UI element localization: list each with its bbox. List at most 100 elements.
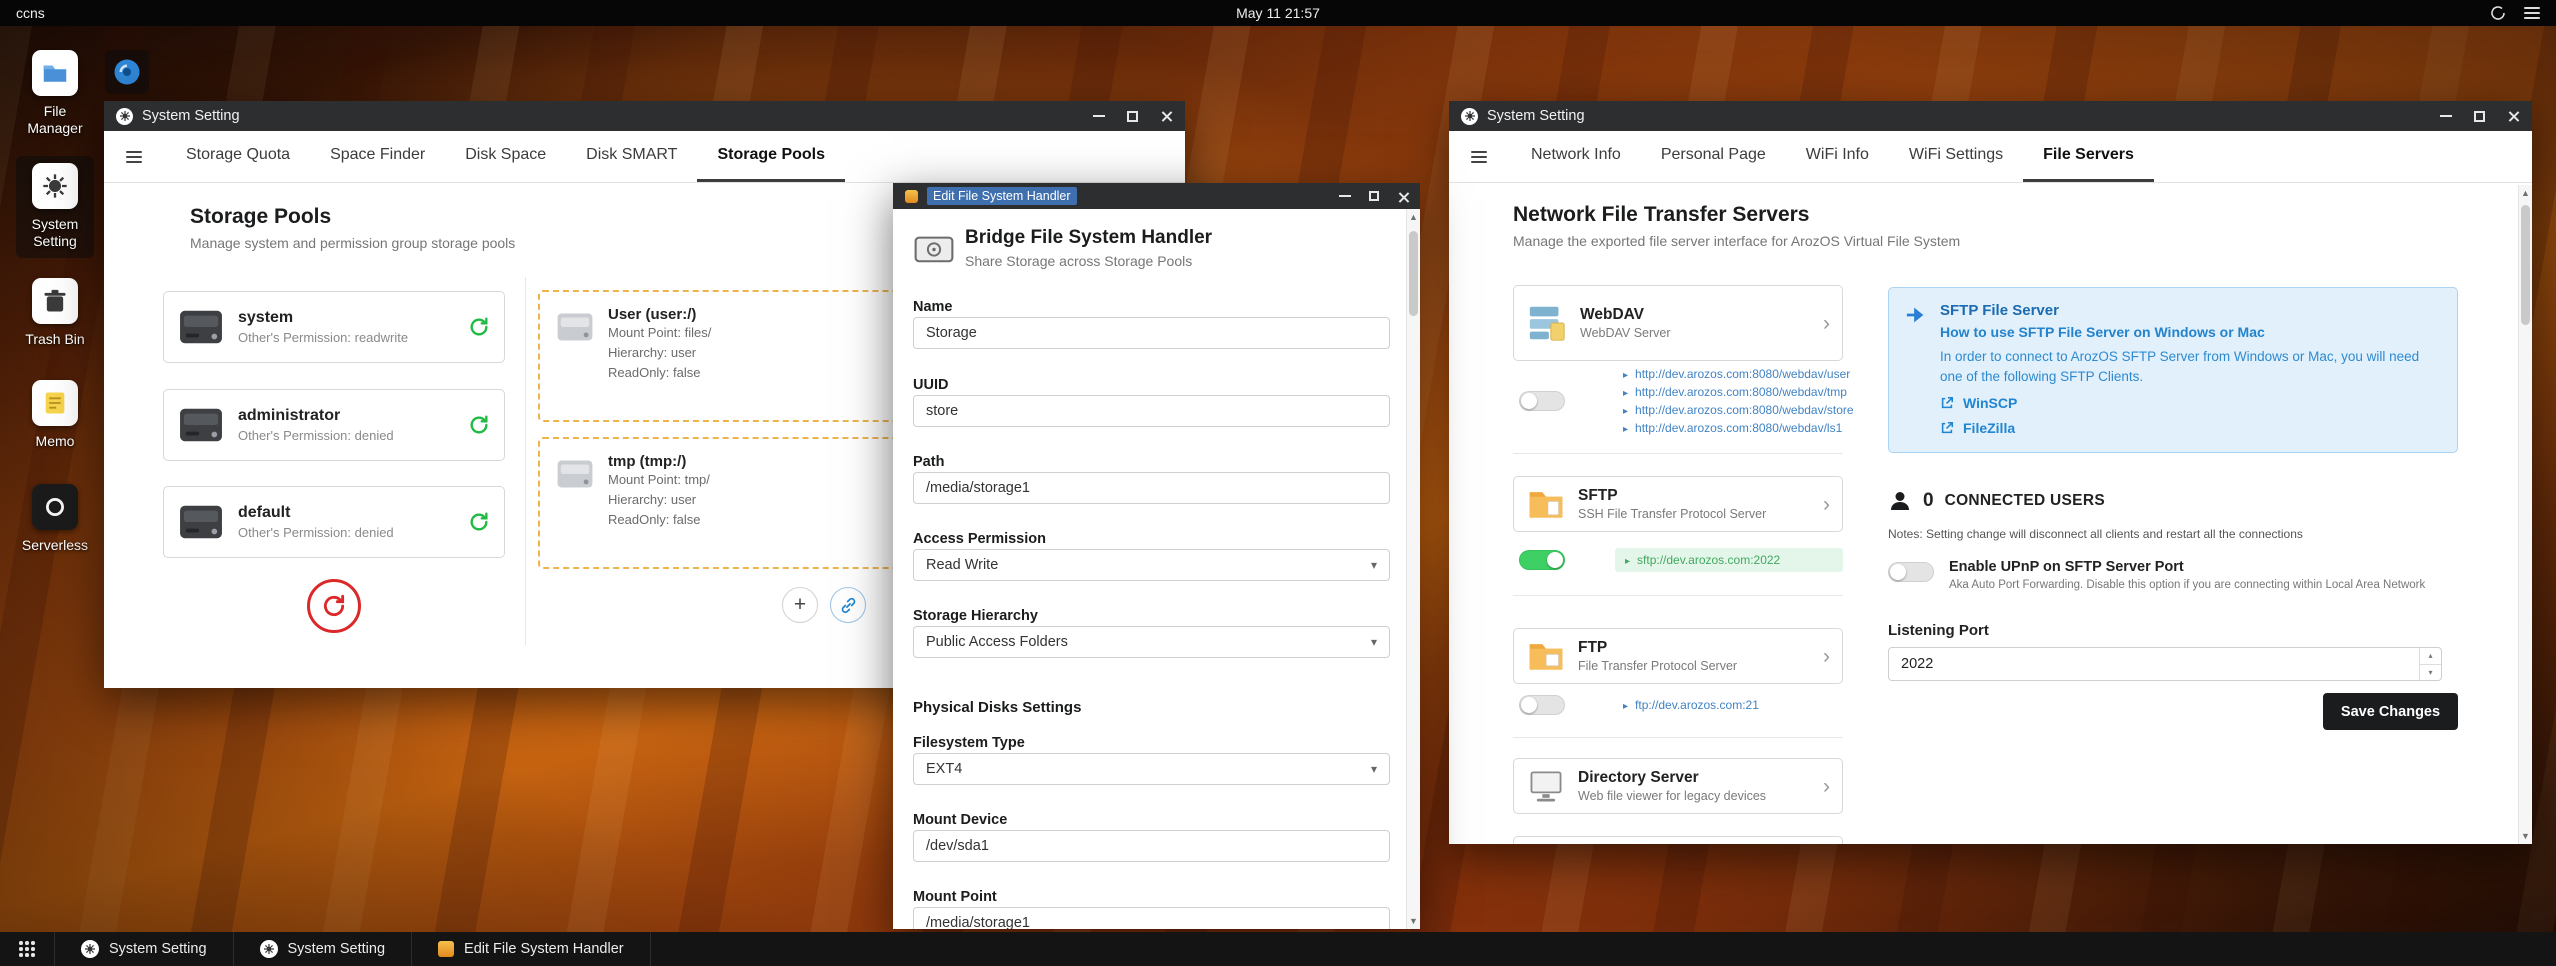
desktop-icon-label: System Setting <box>31 216 79 249</box>
filesystem-type-select[interactable]: EXT4 ▾ <box>913 753 1390 785</box>
caret-down-icon: ▾ <box>1370 762 1377 776</box>
connected-note: Notes: Setting change will disconnect al… <box>1888 527 2303 541</box>
desktop-icon-serverless[interactable]: Serverless <box>16 484 94 554</box>
pool-card-default[interactable]: default Other's Permission: denied <box>163 486 505 558</box>
scrollbar-thumb[interactable] <box>2521 205 2530 325</box>
scroll-up-arrow[interactable]: ▲ <box>1407 209 1420 225</box>
scrollbar-thumb[interactable] <box>1409 231 1418 316</box>
access-permission-select[interactable]: Read Write ▾ <box>913 549 1390 581</box>
bridge-link-button[interactable] <box>830 587 866 623</box>
webdav-link[interactable]: ▸ http://dev.arozos.com:8080/webdav/ls1 <box>1623 421 1854 435</box>
desktop-icon-trash-bin[interactable]: Trash Bin <box>16 278 94 348</box>
desktop-icon-app[interactable] <box>105 50 149 94</box>
webdav-link[interactable]: ▸ http://dev.arozos.com:8080/webdav/user <box>1623 367 1854 381</box>
reload-pools-button[interactable] <box>307 579 361 633</box>
uuid-input[interactable] <box>913 395 1390 427</box>
sftp-link[interactable]: ▸ sftp://dev.arozos.com:2022 <box>1615 548 1843 572</box>
tab-file-servers[interactable]: File Servers <box>2023 131 2154 182</box>
storage-hierarchy-select[interactable]: Public Access Folders ▾ <box>913 626 1390 658</box>
tab-storage-pools[interactable]: Storage Pools <box>697 131 846 182</box>
scroll-down-arrow[interactable]: ▼ <box>1407 913 1420 929</box>
name-input[interactable] <box>913 317 1390 349</box>
taskbar-item-system-setting-2[interactable]: System Setting <box>232 932 412 966</box>
app-launcher-button[interactable] <box>0 932 54 966</box>
scroll-up-arrow[interactable]: ▲ <box>2519 185 2532 201</box>
tab-wifi-info[interactable]: WiFi Info <box>1786 131 1889 182</box>
mount-point-input[interactable] <box>913 907 1390 929</box>
menu-hamburger-icon[interactable] <box>1471 150 1487 163</box>
minimize-button[interactable] <box>2440 115 2452 117</box>
pool-card-administrator[interactable]: administrator Other's Permission: denied <box>163 389 505 461</box>
upnp-toggle[interactable] <box>1888 562 1934 582</box>
refresh-icon <box>323 594 345 617</box>
spin-up-icon[interactable]: ▴ <box>2420 648 2441 665</box>
external-link-icon <box>1941 422 1954 434</box>
desktop-icon-memo[interactable]: Memo <box>16 380 94 450</box>
taskbar-item-system-setting-1[interactable]: System Setting <box>54 932 233 966</box>
maximize-button[interactable] <box>1127 110 1138 122</box>
webdav-link[interactable]: ▸ http://dev.arozos.com:8080/webdav/store <box>1623 403 1854 417</box>
next-card-partial <box>1513 836 1843 844</box>
taskbar-item-edit-fsh[interactable]: Edit File System Handler <box>411 932 651 966</box>
close-button[interactable] <box>2507 110 2520 123</box>
mount-device-input[interactable] <box>913 830 1390 862</box>
tab-space-finder[interactable]: Space Finder <box>310 131 445 182</box>
bullet-icon: ▸ <box>1623 424 1629 435</box>
sync-status-icon[interactable] <box>2490 5 2506 21</box>
add-handler-button[interactable]: + <box>782 587 818 623</box>
system-menu-icon[interactable] <box>2524 7 2540 19</box>
scroll-down-arrow[interactable]: ▼ <box>2519 828 2532 844</box>
tab-storage-quota[interactable]: Storage Quota <box>166 131 310 182</box>
maximize-button[interactable] <box>2474 110 2485 122</box>
sync-pool-icon[interactable] <box>468 511 490 533</box>
listening-port-field[interactable]: 2022 ▴ ▾ <box>1888 647 2442 681</box>
save-changes-button[interactable]: Save Changes <box>2323 693 2458 730</box>
webdav-toggle[interactable] <box>1519 391 1565 411</box>
name-label: Name <box>913 299 953 315</box>
sftp-toggle[interactable] <box>1519 550 1565 570</box>
maximize-button[interactable] <box>1369 191 1379 201</box>
close-button[interactable] <box>1160 110 1173 123</box>
tab-disk-space[interactable]: Disk Space <box>445 131 566 182</box>
webdav-link[interactable]: ▸ http://dev.arozos.com:8080/webdav/tmp <box>1623 385 1854 399</box>
storage-window-titlebar[interactable]: System Setting <box>104 101 1185 131</box>
directory-server-card[interactable]: Directory Server Web file viewer for leg… <box>1513 758 1843 814</box>
desktop-icon-file-manager[interactable]: File Manager <box>16 50 94 136</box>
desktop-icon-system-setting[interactable]: System Setting <box>16 156 94 259</box>
spin-down-icon[interactable]: ▾ <box>2420 665 2441 681</box>
filesystem-type-label: Filesystem Type <box>913 735 1025 751</box>
editor-window-titlebar[interactable]: Edit File System Handler <box>893 183 1420 209</box>
menu-hamburger-icon[interactable] <box>126 150 142 163</box>
winscp-link[interactable]: WinSCP <box>1940 395 2420 411</box>
path-input[interactable] <box>913 472 1390 504</box>
sync-pool-icon[interactable] <box>468 414 490 436</box>
chevron-right-icon: › <box>1823 644 1830 668</box>
ftp-card[interactable]: FTP File Transfer Protocol Server › <box>1513 628 1843 684</box>
minimize-button[interactable] <box>1339 195 1351 197</box>
tab-personal-page[interactable]: Personal Page <box>1641 131 1786 182</box>
webdav-controls: ▸ http://dev.arozos.com:8080/webdav/user … <box>1513 367 1854 435</box>
tab-network-info[interactable]: Network Info <box>1511 131 1641 182</box>
ftp-link[interactable]: ▸ ftp://dev.arozos.com:21 <box>1623 698 1759 712</box>
webdav-card[interactable]: WebDAV WebDAV Server › <box>1513 285 1843 361</box>
mount-point-label: Mount Point <box>913 889 997 905</box>
sftp-card[interactable]: SFTP SSH File Transfer Protocol Server › <box>1513 476 1843 532</box>
tab-disk-smart[interactable]: Disk SMART <box>566 131 697 182</box>
desktop-icon-label: File Manager <box>27 103 83 136</box>
drive-icon <box>557 460 593 488</box>
fsh-app-icon <box>905 189 918 203</box>
filezilla-link[interactable]: FileZilla <box>1940 420 2420 436</box>
sync-pool-icon[interactable] <box>468 316 490 338</box>
close-button[interactable] <box>1397 191 1408 202</box>
tab-wifi-settings[interactable]: WiFi Settings <box>1889 131 2023 182</box>
pool-card-system[interactable]: system Other's Permission: readwrite <box>163 291 505 363</box>
vertical-scrollbar[interactable]: ▲ ▼ <box>1406 209 1420 929</box>
number-spinner[interactable]: ▴ ▾ <box>2419 648 2441 680</box>
servers-window-titlebar[interactable]: System Setting <box>1449 101 2532 131</box>
minimize-button[interactable] <box>1093 115 1105 117</box>
ftp-toggle[interactable] <box>1519 695 1565 715</box>
drive-icon <box>180 310 222 344</box>
chevron-right-icon: › <box>1823 311 1830 335</box>
vertical-scrollbar[interactable]: ▲ ▼ <box>2518 185 2532 844</box>
taskbar: System Setting System Setting Edit File … <box>0 932 2556 966</box>
